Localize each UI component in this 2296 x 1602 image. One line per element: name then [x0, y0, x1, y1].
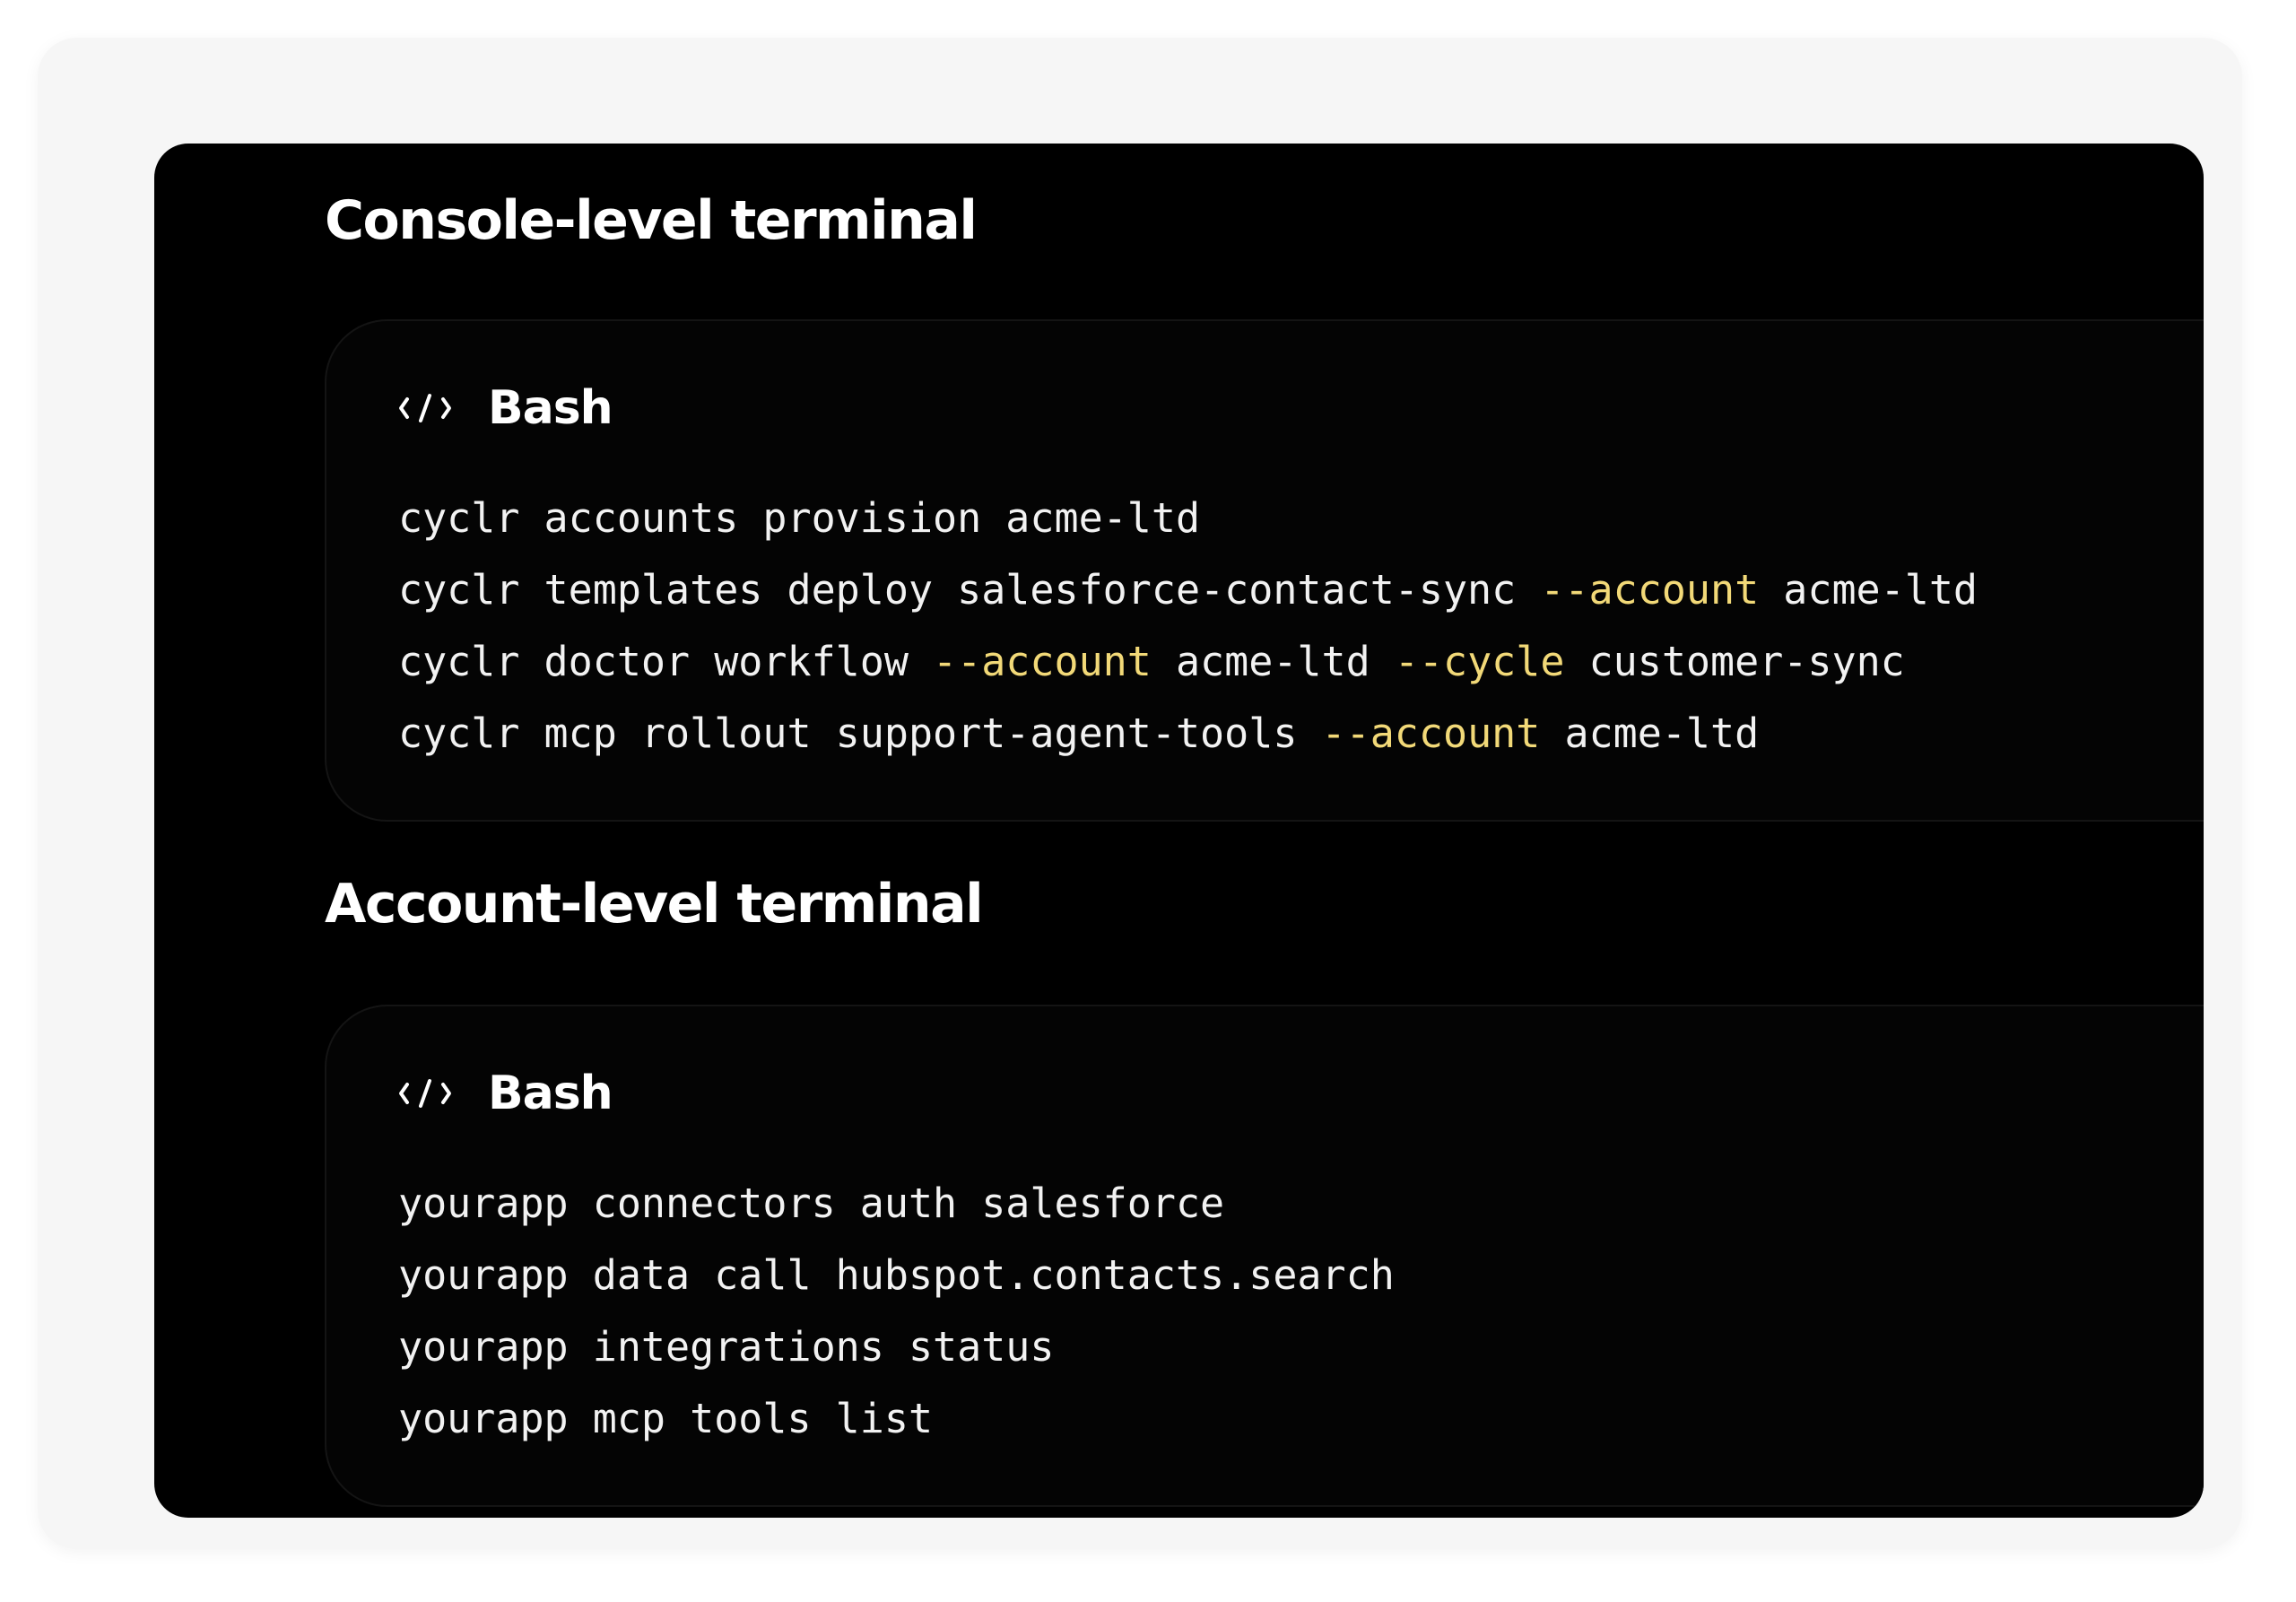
code-token: yourapp integrations status	[398, 1323, 1055, 1371]
language-label: Bash	[488, 381, 613, 435]
code-token: cyclr doctor workflow	[398, 638, 934, 685]
code-flag-token: --account	[1540, 566, 1760, 614]
code-token: acme-ltd	[1151, 638, 1395, 685]
section-title-console: Console-level terminal	[325, 189, 978, 252]
code-token: acme-ltd	[1759, 566, 1979, 614]
code-token: cyclr mcp rollout support-agent-tools	[398, 710, 1322, 757]
code-token: yourapp data call hubspot.contacts.searc…	[398, 1251, 1395, 1299]
code-line: cyclr doctor workflow --account acme-ltd…	[398, 626, 1978, 698]
section-title-account: Account-level terminal	[325, 873, 984, 936]
screenshot-frame: Console-level terminal Bash cyclr accoun…	[38, 38, 2242, 1549]
code-brackets-icon	[398, 390, 452, 426]
code-token: acme-ltd	[1540, 710, 1760, 757]
code-token: yourapp connectors auth salesforce	[398, 1180, 1225, 1227]
language-label: Bash	[488, 1067, 613, 1120]
code-line: cyclr templates deploy salesforce-contac…	[398, 554, 1978, 626]
code-line: cyclr accounts provision acme-ltd	[398, 483, 1978, 554]
code-lines: cyclr accounts provision acme-ltd cyclr t…	[398, 483, 1978, 770]
code-flag-token: --account	[933, 638, 1152, 685]
code-token: cyclr accounts provision acme-ltd	[398, 494, 1201, 542]
terminal-docs-panel: Console-level terminal Bash cyclr accoun…	[154, 144, 2204, 1518]
code-block-console[interactable]: Bash cyclr accounts provision acme-ltd cy…	[325, 319, 2204, 822]
code-token: cyclr templates deploy salesforce-contac…	[398, 566, 1541, 614]
code-flag-token: --cycle	[1394, 638, 1565, 685]
code-line: yourapp connectors auth salesforce	[398, 1168, 1395, 1240]
code-brackets-icon	[398, 1075, 452, 1111]
code-block-account[interactable]: Bash yourapp connectors auth salesforce y…	[325, 1005, 2204, 1507]
code-line: cyclr mcp rollout support-agent-tools --…	[398, 698, 1978, 770]
code-token: yourapp mcp tools list	[398, 1395, 934, 1442]
code-line: yourapp mcp tools list	[398, 1383, 1395, 1455]
code-block-header: Bash	[398, 377, 613, 440]
code-line: yourapp data call hubspot.contacts.searc…	[398, 1240, 1395, 1311]
code-lines: yourapp connectors auth salesforce yourap…	[398, 1168, 1395, 1455]
code-token: customer-sync	[1564, 638, 1905, 685]
code-line: yourapp integrations status	[398, 1311, 1395, 1383]
code-flag-token: --account	[1321, 710, 1541, 757]
code-block-header: Bash	[398, 1062, 613, 1125]
